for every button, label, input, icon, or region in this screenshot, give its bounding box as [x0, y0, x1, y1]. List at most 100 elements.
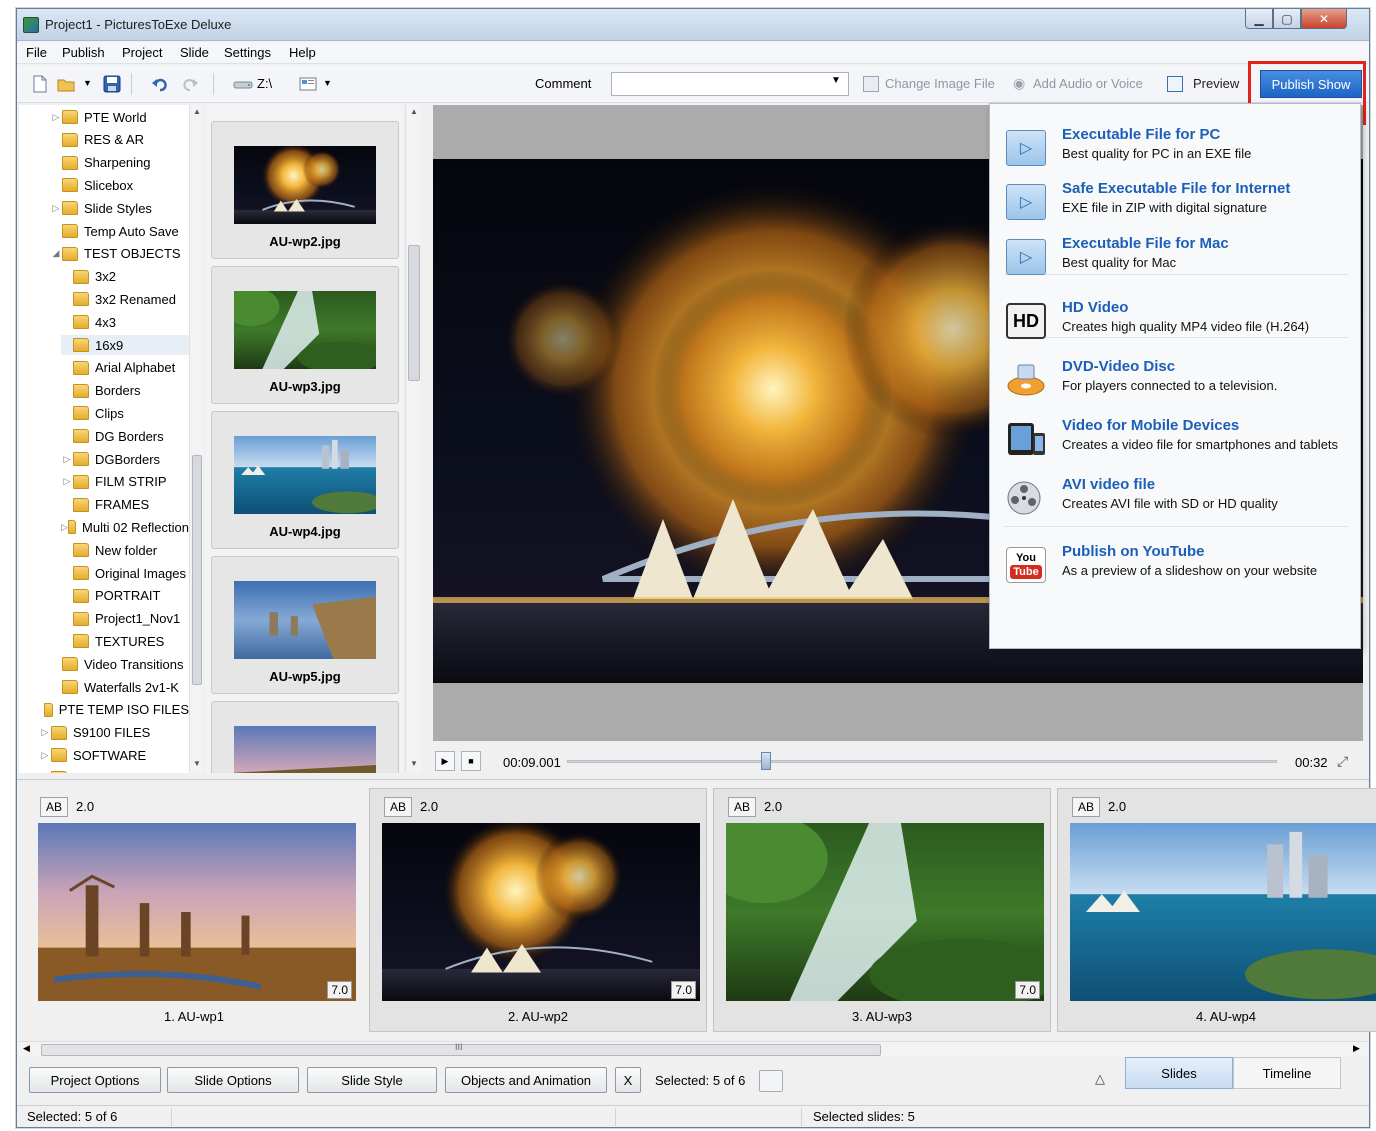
tree-item[interactable]: 3x2 [61, 267, 189, 287]
tree-item[interactable]: ▷ SOFTWARE [39, 745, 189, 765]
fullscreen-icon[interactable]: ⤢ [1337, 753, 1348, 770]
tree-item[interactable]: 16x9 [61, 335, 189, 355]
tree-item[interactable]: FRAMES [61, 495, 189, 515]
scroll-up-arrow[interactable]: ▲ [407, 105, 421, 119]
tree-item[interactable]: Waterfalls 2v1-K [50, 677, 189, 697]
view-mode-dropdown-arrow[interactable]: ▼ [323, 78, 332, 88]
transition-ab-badge[interactable]: AB [40, 797, 68, 817]
open-dropdown-arrow[interactable]: ▼ [83, 78, 92, 88]
tree-item[interactable]: ▷ Slide Styles [50, 198, 189, 218]
preview-button[interactable]: Preview [1193, 76, 1239, 91]
expand-arrow-icon[interactable]: ◢ [50, 248, 62, 259]
scroll-up-arrow[interactable]: ▲ [190, 105, 204, 119]
slide-thumbnail[interactable]: AB 2.0 7.0 2. AU-wp2 [369, 788, 707, 1032]
publish-option[interactable]: ▷ Executable File for Mac Best quality fo… [1006, 235, 1356, 279]
play-button[interactable]: ▶ [435, 751, 455, 771]
maximize-button[interactable]: ▢ [1273, 9, 1301, 29]
file-thumbnail[interactable]: AU-wp3.jpg [211, 266, 399, 404]
comment-input[interactable] [611, 72, 849, 96]
publish-option[interactable]: HD HD Video Creates high quality MP4 vide… [1006, 299, 1356, 343]
expand-arrow-icon[interactable]: ▷ [50, 112, 62, 123]
file-thumbnail[interactable]: AU-wp4.jpg [211, 411, 399, 549]
tree-item[interactable]: ▷ PTE World [50, 107, 189, 127]
scroll-down-arrow[interactable]: ▼ [190, 757, 204, 771]
tree-item[interactable]: 3x2 Renamed [61, 289, 189, 309]
drive-icon[interactable] [233, 75, 253, 93]
scrollbar-thumb[interactable] [408, 245, 420, 381]
tree-item[interactable]: Borders [61, 381, 189, 401]
slide-thumbnail[interactable]: AB 2.0 7.0 3. AU-wp3 [713, 788, 1051, 1032]
expand-arrow-icon[interactable]: ▷ [61, 522, 68, 533]
file-list-scrollbar[interactable]: ▲ ▼ [405, 105, 421, 773]
tree-item[interactable]: TEST FOLDER [39, 768, 189, 773]
stop-button[interactable]: ■ [461, 751, 481, 771]
publish-option[interactable]: AVI video file Creates AVI file with SD … [1006, 476, 1356, 520]
tree-item[interactable]: RES & AR [50, 130, 189, 150]
tree-item[interactable]: ▷ DGBorders [61, 449, 189, 469]
redo-icon[interactable] [181, 75, 199, 93]
seek-slider[interactable] [760, 752, 771, 770]
tree-item[interactable]: Arial Alphabet [61, 358, 189, 378]
scroll-left-arrow[interactable]: ◀ [23, 1043, 30, 1054]
menu-settings[interactable]: Settings [224, 45, 271, 60]
tree-item[interactable]: Video Transitions [50, 654, 189, 674]
tree-item[interactable]: TEXTURES [61, 631, 189, 651]
seek-track[interactable] [567, 760, 1277, 763]
tree-item[interactable]: ▷ FILM STRIP [61, 472, 189, 492]
menu-help[interactable]: Help [289, 45, 316, 60]
tree-item[interactable]: Project1_Nov1 [61, 609, 189, 629]
close-button[interactable]: ✕ [1301, 9, 1347, 29]
tree-item[interactable]: ▷ Multi 02 Reflection [61, 517, 189, 537]
tree-item[interactable]: DG Borders [61, 426, 189, 446]
save-icon[interactable] [103, 75, 121, 93]
view-mode-icon[interactable] [299, 75, 317, 93]
open-folder-icon[interactable] [57, 75, 75, 93]
expand-arrow-icon[interactable]: ▷ [39, 750, 51, 761]
tab-slides[interactable]: Slides [1125, 1057, 1233, 1089]
menu-slide[interactable]: Slide [180, 45, 209, 60]
expand-arrow-icon[interactable]: ▷ [50, 203, 62, 214]
file-thumbnail[interactable] [211, 701, 399, 773]
tree-item[interactable]: Sharpening [50, 153, 189, 173]
scroll-right-arrow[interactable]: ▶ [1353, 1043, 1360, 1054]
publish-option[interactable]: DVD-Video Disc For players connected to … [1006, 358, 1356, 402]
scroll-down-arrow[interactable]: ▼ [407, 757, 421, 771]
undo-icon[interactable] [151, 75, 169, 93]
tree-item[interactable]: PTE TEMP ISO FILES [39, 700, 189, 720]
publish-option[interactable]: Video for Mobile Devices Creates a video… [1006, 417, 1356, 461]
expand-arrow-icon[interactable]: ▷ [39, 727, 51, 738]
scrollbar-thumb[interactable] [192, 455, 202, 685]
selection-icon[interactable] [759, 1070, 783, 1092]
tab-timeline[interactable]: Timeline [1233, 1057, 1341, 1089]
tree-item[interactable]: Clips [61, 403, 189, 423]
slide-list-scrollbar[interactable]: ◀ III ▶ [19, 1041, 1367, 1057]
file-thumbnail[interactable]: AU-wp5.jpg [211, 556, 399, 694]
menu-publish[interactable]: Publish [62, 45, 105, 60]
file-thumbnail[interactable]: AU-wp2.jpg [211, 121, 399, 259]
tree-item[interactable]: PORTRAIT [61, 586, 189, 606]
menu-file[interactable]: File [26, 45, 47, 60]
folder-tree-scrollbar[interactable]: ▲ ▼ [189, 105, 203, 773]
deselect-button[interactable]: X [615, 1067, 641, 1093]
change-image-button[interactable]: Change Image File [885, 76, 995, 91]
slide-thumbnail[interactable]: AB 2.0 4. AU-wp4 [1057, 788, 1376, 1032]
tree-item[interactable]: ▷ S9100 FILES [39, 723, 189, 743]
transition-ab-badge[interactable]: AB [384, 797, 412, 817]
slide-options-button[interactable]: Slide Options [167, 1067, 299, 1093]
tree-item[interactable]: 4x3 [61, 312, 189, 332]
comment-dropdown-arrow[interactable]: ▼ [831, 75, 841, 86]
expand-arrow-icon[interactable]: ▷ [61, 476, 73, 487]
slide-style-button[interactable]: Slide Style [307, 1067, 437, 1093]
publish-option[interactable]: You Tube Publish on YouTube As a preview o… [1006, 543, 1356, 587]
new-file-icon[interactable] [31, 75, 49, 93]
tree-item[interactable]: Original Images [61, 563, 189, 583]
expand-arrow-icon[interactable]: ▷ [61, 454, 73, 465]
publish-option[interactable]: ▷ Executable File for PC Best quality for… [1006, 126, 1356, 170]
drive-label[interactable]: Z:\ [257, 76, 272, 91]
project-options-button[interactable]: Project Options [29, 1067, 161, 1093]
tree-item[interactable]: New folder [61, 540, 189, 560]
collapse-icon[interactable]: △ [1095, 1071, 1105, 1087]
publish-option[interactable]: ▷ Safe Executable File for Internet EXE f… [1006, 180, 1356, 224]
slide-thumbnail[interactable]: AB 2.0 7.0 1. AU-wp1 [25, 788, 363, 1032]
tree-item[interactable]: Temp Auto Save [50, 221, 189, 241]
